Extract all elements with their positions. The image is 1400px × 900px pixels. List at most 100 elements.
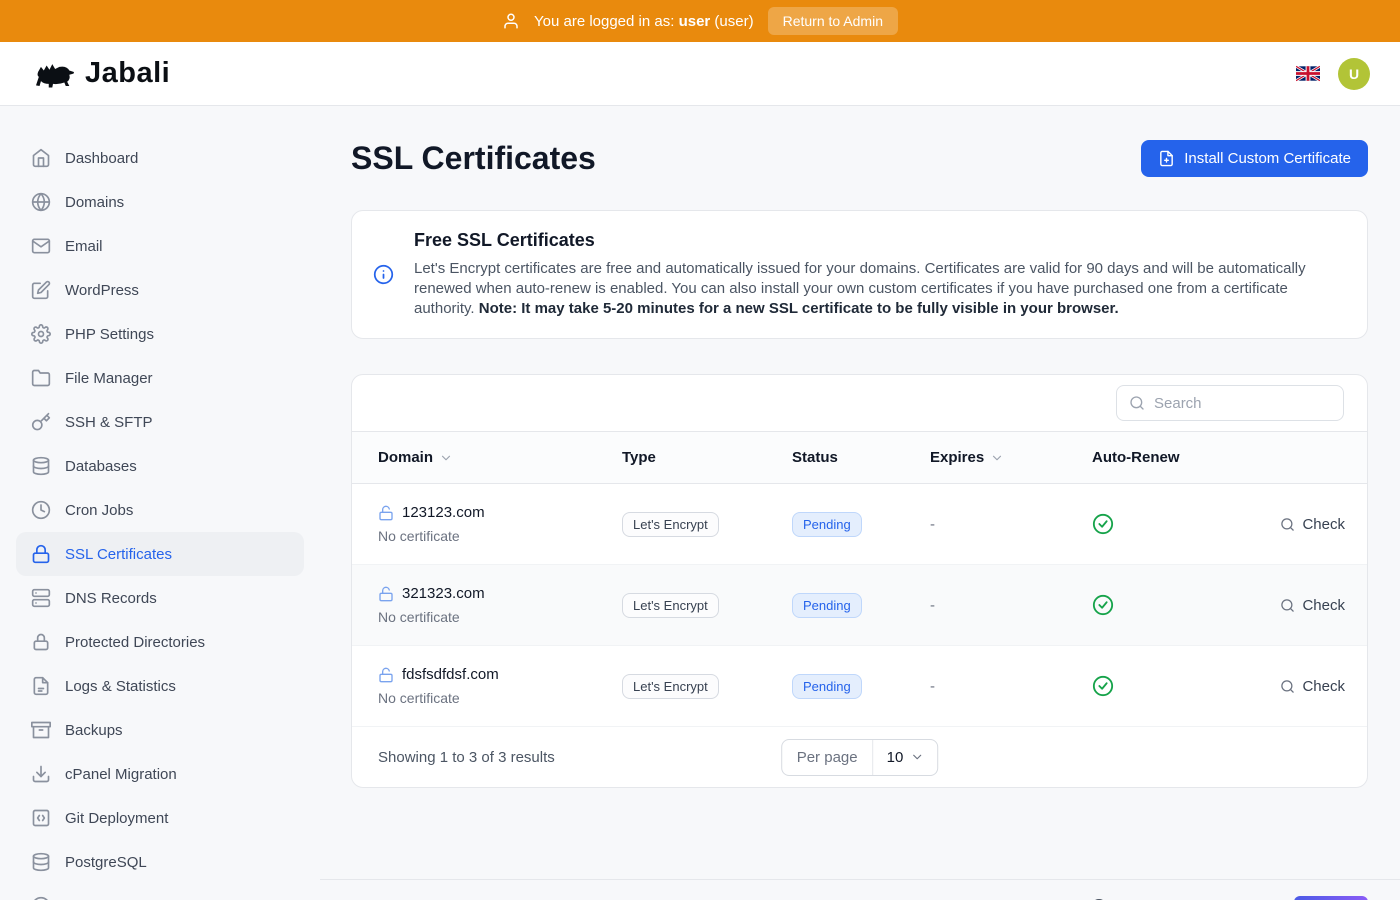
sidebar-item-domains[interactable]: Domains <box>16 180 304 224</box>
sidebar-item-protected-directories[interactable]: Protected Directories <box>16 620 304 664</box>
info-box-body: Let's Encrypt certificates are free and … <box>414 259 1343 319</box>
unlock-icon <box>378 586 394 602</box>
per-page-control: Per page 10 <box>781 739 939 776</box>
sidebar-item-dns-records[interactable]: DNS Records <box>16 576 304 620</box>
sidebar-label: Databases <box>65 458 137 475</box>
certificates-table-card: Domain Type Status Expires Auto-Renew 12… <box>351 374 1368 788</box>
install-custom-certificate-button[interactable]: Install Custom Certificate <box>1141 140 1368 177</box>
sidebar-item-file-manager[interactable]: File Manager <box>16 356 304 400</box>
check-button[interactable]: Check <box>1280 597 1345 614</box>
table-row: 123123.com No certificate Let's Encrypt … <box>352 484 1367 565</box>
sidebar-item-ssl-certificates[interactable]: SSL Certificates <box>16 532 304 576</box>
chevron-down-icon <box>990 451 1004 465</box>
domain-cell: 123123.com No certificate <box>378 504 622 544</box>
database-icon <box>31 852 51 872</box>
sidebar-label: Protected Directories <box>65 634 205 651</box>
sidebar-item-logs-statistics[interactable]: Logs & Statistics <box>16 664 304 708</box>
sidebar-item-ssh-sftp[interactable]: SSH & SFTP <box>16 400 304 444</box>
type-badge: Let's Encrypt <box>622 674 719 699</box>
clock-icon <box>31 500 51 520</box>
expires-value: - <box>930 516 1092 533</box>
domain-name: 123123.com <box>402 504 485 521</box>
search-box[interactable] <box>1116 385 1344 421</box>
gear-icon <box>31 324 51 344</box>
column-header-type: Type <box>622 449 792 466</box>
check-circle-icon <box>1092 675 1114 697</box>
return-to-admin-button[interactable]: Return to Admin <box>768 7 898 35</box>
unlock-icon <box>378 667 394 683</box>
app-header: Jabali U <box>0 42 1400 106</box>
certificate-subtitle: No certificate <box>378 528 622 544</box>
version-badge: v0.9-rc42 <box>1294 896 1368 900</box>
per-page-select[interactable]: 10 <box>874 740 938 775</box>
sidebar-label: SSL Certificates <box>65 546 172 563</box>
info-icon <box>352 264 414 285</box>
sidebar-item-databases[interactable]: Databases <box>16 444 304 488</box>
search-icon <box>1129 395 1145 411</box>
domain-cell: fdsfsdfdsf.com No certificate <box>378 666 622 706</box>
expires-value: - <box>930 597 1092 614</box>
login-message: You are logged in as: user (user) <box>534 13 754 30</box>
login-username: user <box>679 13 711 30</box>
search-icon <box>1280 517 1295 532</box>
domain-cell: 321323.com No certificate <box>378 585 622 625</box>
key-icon <box>31 412 51 432</box>
folder-icon <box>31 368 51 388</box>
expires-value: - <box>930 678 1092 695</box>
globe-icon <box>31 192 51 212</box>
sidebar-label: Logs & Statistics <box>65 678 176 695</box>
sidebar-item-email[interactable]: Email <box>16 224 304 268</box>
check-button[interactable]: Check <box>1280 678 1345 695</box>
sidebar-item-dashboard[interactable]: Dashboard <box>16 136 304 180</box>
sidebar-label: Dashboard <box>65 150 138 167</box>
type-badge: Let's Encrypt <box>622 593 719 618</box>
search-input[interactable] <box>1154 395 1353 412</box>
sidebar-item-php-settings[interactable]: PHP Settings <box>16 312 304 356</box>
brand-name: Jabali <box>85 57 170 90</box>
padlock-icon <box>31 632 51 652</box>
user-avatar[interactable]: U <box>1338 58 1370 90</box>
page-footer: Jabali Panel GitHub · © 2026 Jabali v0.9… <box>320 879 1400 900</box>
search-icon <box>1280 679 1295 694</box>
install-button-label: Install Custom Certificate <box>1184 150 1351 167</box>
sidebar-label: Git Deployment <box>65 810 168 827</box>
free-ssl-info-box: Free SSL Certificates Let's Encrypt cert… <box>351 210 1368 339</box>
certificate-subtitle: No certificate <box>378 690 622 706</box>
domain-name: fdsfsdfdsf.com <box>402 666 499 683</box>
table-row: 321323.com No certificate Let's Encrypt … <box>352 565 1367 646</box>
chevron-down-icon <box>439 451 453 465</box>
page-title: SSL Certificates <box>351 140 596 177</box>
sidebar-label: SSH & SFTP <box>65 414 153 431</box>
sidebar-label: WordPress <box>65 282 139 299</box>
results-summary: Showing 1 to 3 of 3 results <box>378 749 555 766</box>
pagination-row: Showing 1 to 3 of 3 results Per page 10 <box>352 727 1367 787</box>
check-label: Check <box>1302 516 1345 533</box>
sidebar-item-cron-jobs[interactable]: Cron Jobs <box>16 488 304 532</box>
sidebar-item-git-deployment[interactable]: Git Deployment <box>16 796 304 840</box>
mail-icon <box>31 236 51 256</box>
brand-logo[interactable]: Jabali <box>30 57 170 91</box>
sidebar-item-partial[interactable] <box>16 884 304 900</box>
sidebar-label: File Manager <box>65 370 153 387</box>
impersonation-bar: You are logged in as: user (user) Return… <box>0 0 1400 42</box>
info-box-title: Free SSL Certificates <box>414 230 1343 251</box>
circle-icon <box>31 896 51 900</box>
lock-icon <box>31 544 51 564</box>
database-icon <box>31 456 51 476</box>
sidebar-item-backups[interactable]: Backups <box>16 708 304 752</box>
status-badge: Pending <box>792 512 862 537</box>
sidebar-label: PostgreSQL <box>65 854 147 871</box>
per-page-label: Per page <box>782 740 874 775</box>
sidebar-item-cpanel-migration[interactable]: cPanel Migration <box>16 752 304 796</box>
boar-icon <box>30 57 76 91</box>
column-header-expires[interactable]: Expires <box>930 449 1092 466</box>
column-header-domain[interactable]: Domain <box>378 449 622 466</box>
sidebar: Dashboard Domains Email WordPress PHP Se… <box>0 106 320 900</box>
check-button[interactable]: Check <box>1280 516 1345 533</box>
sidebar-item-wordpress[interactable]: WordPress <box>16 268 304 312</box>
info-box-note: Note: It may take 5-20 minutes for a new… <box>479 300 1119 317</box>
sidebar-item-postgresql[interactable]: PostgreSQL <box>16 840 304 884</box>
language-flag-icon[interactable] <box>1296 65 1320 82</box>
search-icon <box>1280 598 1295 613</box>
login-role: (user) <box>714 13 753 30</box>
